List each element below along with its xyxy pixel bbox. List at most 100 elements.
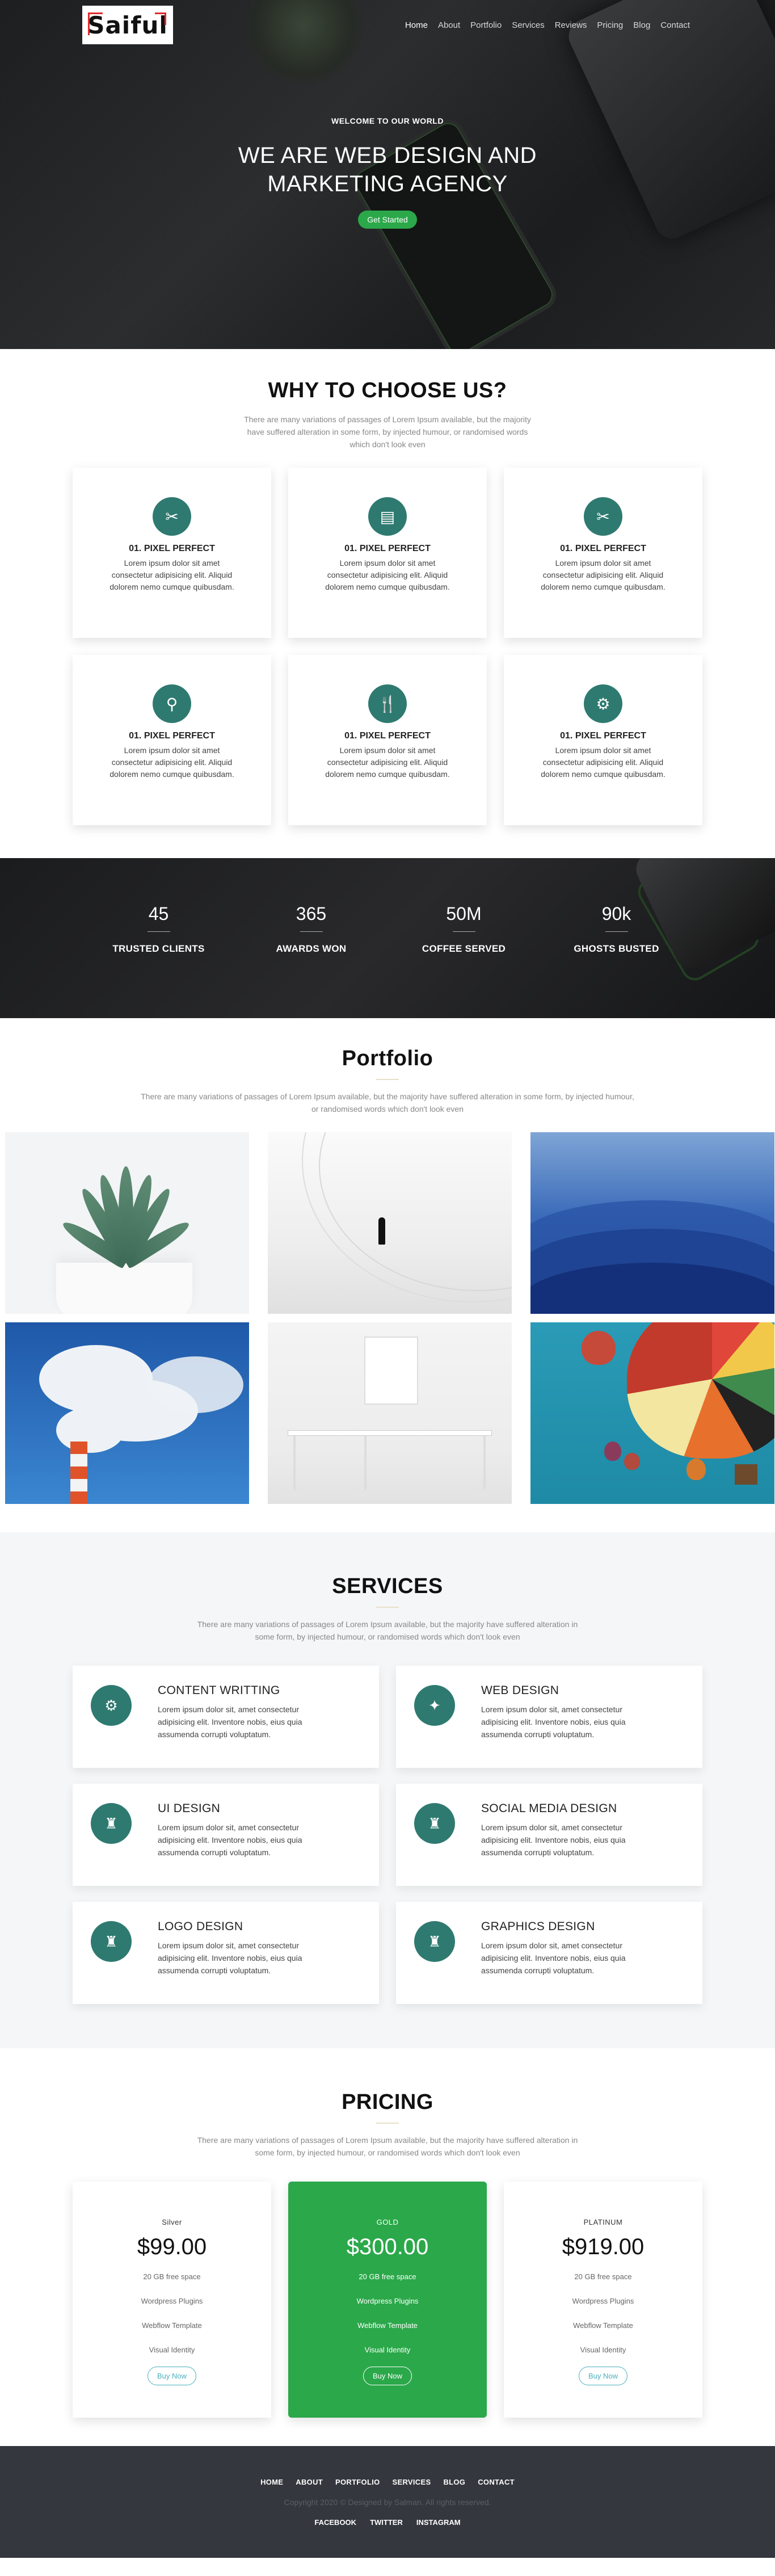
nav-reviews[interactable]: Reviews [555,20,587,30]
table-leg [483,1436,486,1490]
nav-blog[interactable]: Blog [633,20,650,30]
service-title: CONTENT WRITTING [158,1684,280,1697]
feature-text: Lorem ipsum dolor sit amet consectetur a… [325,746,450,779]
balloon-small [582,1331,616,1365]
plan-name: Silver [162,2218,182,2226]
get-started-button[interactable]: Get Started [358,211,417,229]
smoke-cloud [147,1356,243,1413]
buy-now-button[interactable]: Buy Now [147,2367,197,2385]
footer-nav-contact[interactable]: CONTACT [478,2478,515,2486]
feature-card: ✂ 01. PIXEL PERFECT Lorem ipsum dolor si… [504,468,702,638]
stat-label: GHOSTS BUSTED [574,943,659,954]
services-title-underline [376,1607,399,1608]
nav-portfolio[interactable]: Portfolio [470,20,502,30]
plan-price: $99.00 [137,2234,207,2259]
portfolio-image-chimney[interactable] [5,1322,249,1504]
feature-title: 01. PIXEL PERFECT [129,544,215,553]
chess-icon: ♜ [414,1803,455,1844]
service-text: Lorem ipsum dolor sit, amet consectetur … [158,1705,302,1739]
stat-item: 45 TRUSTED CLIENTS [82,904,235,955]
balloon-small [686,1459,706,1480]
portfolio-image-interior[interactable] [268,1322,512,1504]
feature-card: 🍴 01. PIXEL PERFECT Lorem ipsum dolor si… [288,655,487,825]
social-facebook-link[interactable]: FACEBOOK [314,2518,356,2527]
feature-grid: ✂ 01. PIXEL PERFECT Lorem ipsum dolor si… [73,468,702,825]
portfolio-image-architecture[interactable] [268,1132,512,1314]
magic-icon: ✦ [414,1685,455,1726]
search-icon: ⚲ [153,684,191,723]
footer-nav-about[interactable]: ABOUT [296,2478,323,2486]
portfolio-grid [3,1132,774,1504]
plan-feature: 20 GB free space [359,2272,416,2281]
portfolio-title-underline [376,1079,399,1080]
site-logo[interactable]: Saiful [82,6,173,44]
hero-plant-decoration [238,0,369,85]
service-text: Lorem ipsum dolor sit, amet consectetur … [158,1823,302,1857]
service-card: ♜ GRAPHICS DESIGN Lorem ipsum dolor sit,… [396,1902,702,2004]
main-nav: Home About Portfolio Services Reviews Pr… [405,20,690,30]
social-instagram-link[interactable]: INSTAGRAM [416,2518,461,2527]
portfolio-image-mountains[interactable] [530,1132,774,1314]
footer-nav-home[interactable]: HOME [260,2478,283,2486]
buy-now-button[interactable]: Buy Now [363,2367,412,2385]
nav-contact[interactable]: Contact [660,20,690,30]
plan-feature: Webflow Template [573,2321,633,2330]
pricing-card-silver: Silver $99.00 20 GB free space Wordpress… [73,2182,271,2418]
console-table [288,1430,492,1436]
feature-card: ⚲ 01. PIXEL PERFECT Lorem ipsum dolor si… [73,655,271,825]
stat-item: 50M COFFEE SERVED [387,904,540,955]
service-title: UI DESIGN [158,1802,221,1815]
balloon-small [604,1442,621,1461]
chess-icon: ♜ [91,1803,132,1844]
cutlery-icon: 🍴 [368,684,407,723]
pricing-card-platinum: PLATINUM $919.00 20 GB free space Wordpr… [504,2182,702,2418]
wall-art-frame [364,1337,418,1405]
portfolio-image-aloe-plant[interactable] [5,1132,249,1314]
table-leg [364,1436,367,1490]
feature-card: ✂ 01. PIXEL PERFECT Lorem ipsum dolor si… [73,468,271,638]
service-title: SOCIAL MEDIA DESIGN [481,1802,617,1815]
footer-nav-blog[interactable]: BLOG [443,2478,465,2486]
chess-icon: ♜ [91,1921,132,1962]
stats-section: 45 TRUSTED CLIENTS 365 AWARDS WON 50M CO… [0,858,775,1018]
service-card: ✦ WEB DESIGN Lorem ipsum dolor sit, amet… [396,1666,702,1768]
service-card: ♜ UI DESIGN Lorem ipsum dolor sit, amet … [73,1784,379,1886]
table-leg [293,1436,296,1490]
stat-divider [147,931,170,932]
portfolio-image-hot-air-balloons[interactable] [530,1322,774,1504]
nav-home[interactable]: Home [405,20,428,30]
footer-nav-portfolio[interactable]: PORTFOLIO [335,2478,380,2486]
stat-item: 90k GHOSTS BUSTED [540,904,693,955]
pricing-grid: Silver $99.00 20 GB free space Wordpress… [73,2182,702,2418]
buy-now-button[interactable]: Buy Now [578,2367,628,2385]
feature-title: 01. PIXEL PERFECT [344,731,431,741]
service-text: Lorem ipsum dolor sit, amet consectetur … [481,1941,626,1975]
plan-feature: Visual Identity [364,2346,411,2354]
stat-item: 365 AWARDS WON [235,904,387,955]
footer-nav: HOME ABOUT PORTFOLIO SERVICES BLOG CONTA… [0,2478,775,2486]
pricing-section: PRICING There are many variations of pas… [0,2048,775,2446]
stat-divider [452,931,475,932]
feature-text: Lorem ipsum dolor sit amet consectetur a… [109,558,234,591]
service-card: ♜ LOGO DESIGN Lorem ipsum dolor sit, ame… [73,1902,379,2004]
plan-price: $300.00 [346,2234,429,2259]
social-twitter-link[interactable]: TWITTER [370,2518,403,2527]
logo-bracket-left [88,12,103,35]
site-footer: HOME ABOUT PORTFOLIO SERVICES BLOG CONTA… [0,2446,775,2558]
plan-feature: Wordpress Plugins [356,2297,419,2305]
nav-pricing[interactable]: Pricing [597,20,623,30]
arch-curve [319,1132,512,1291]
nav-about[interactable]: About [438,20,460,30]
chess-icon: ♜ [414,1921,455,1962]
stat-value: 50M [446,904,482,924]
feature-text: Lorem ipsum dolor sit amet consectetur a… [325,558,450,591]
why-choose-us-section: WHY TO CHOOSE US? There are many variati… [0,349,775,858]
footer-nav-services[interactable]: SERVICES [393,2478,431,2486]
feature-title: 01. PIXEL PERFECT [560,731,646,741]
logo-bracket-right [155,12,166,25]
plan-feature: Visual Identity [580,2346,626,2354]
nav-services[interactable]: Services [512,20,545,30]
stat-label: COFFEE SERVED [422,943,506,954]
why-description: There are many variations of passages of… [244,415,531,449]
hero-section: Saiful Home About Portfolio Services Rev… [0,0,775,349]
